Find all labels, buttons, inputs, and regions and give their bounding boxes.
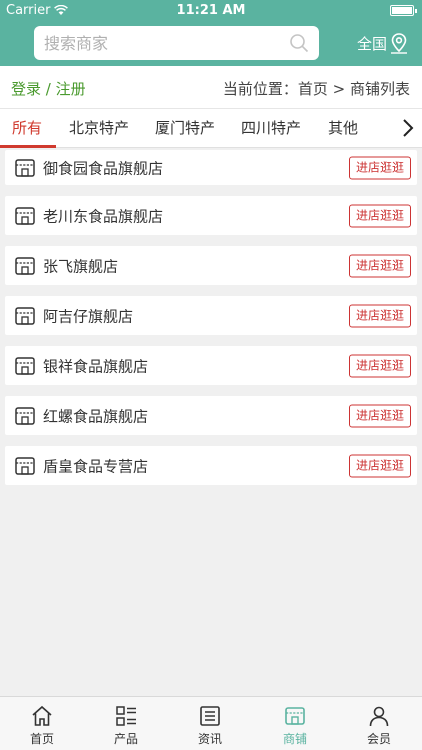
store-name: 阿吉仔旗舰店 bbox=[43, 307, 134, 325]
store-name: 盾皇食品专营店 bbox=[43, 457, 149, 475]
product-list-icon bbox=[116, 706, 136, 726]
search-box[interactable] bbox=[34, 26, 319, 60]
info-bar: 登录 / 注册 当前位置：首页 > 商铺列表 bbox=[0, 66, 422, 108]
store-icon bbox=[15, 406, 35, 425]
active-tab-indicator bbox=[0, 145, 56, 148]
store-row[interactable]: 银祥食品旗舰店 进店逛逛 bbox=[5, 346, 417, 385]
region-label: 全国 bbox=[357, 34, 388, 53]
store-row[interactable]: 御食园食品旗舰店 进店逛逛 bbox=[5, 150, 417, 185]
store-icon bbox=[15, 256, 35, 275]
clock: 11:21 AM bbox=[176, 3, 246, 18]
tab-bar-home[interactable]: 首页 bbox=[0, 697, 84, 750]
store-name: 老川东食品旗舰店 bbox=[43, 207, 164, 225]
store-name: 银祥食品旗舰店 bbox=[43, 357, 149, 375]
store-icon bbox=[285, 707, 305, 725]
store-row[interactable]: 阿吉仔旗舰店 进店逛逛 bbox=[5, 296, 417, 335]
visit-store-button[interactable]: 进店逛逛 bbox=[349, 156, 411, 179]
chevron-right-icon[interactable] bbox=[400, 117, 416, 139]
store-name: 御食园食品旗舰店 bbox=[43, 159, 164, 177]
tab-bar-label: 首页 bbox=[29, 732, 54, 746]
store-row[interactable]: 红螺食品旗舰店 进店逛逛 bbox=[5, 396, 417, 435]
tab-bar-label: 资讯 bbox=[197, 732, 222, 746]
store-icon bbox=[15, 206, 35, 225]
tab-bar-news[interactable]: 资讯 bbox=[168, 697, 252, 750]
search-icon[interactable] bbox=[289, 33, 309, 53]
store-row[interactable]: 老川东食品旗舰店 进店逛逛 bbox=[5, 196, 417, 235]
store-name: 张飞旗舰店 bbox=[43, 257, 119, 275]
home-icon bbox=[32, 705, 52, 726]
tab-other[interactable]: 其他 bbox=[328, 109, 358, 147]
tab-bar-label: 产品 bbox=[113, 732, 138, 746]
visit-store-button[interactable]: 进店逛逛 bbox=[349, 304, 411, 327]
tab-bar-stores[interactable]: 商铺 bbox=[253, 697, 337, 750]
visit-store-button[interactable]: 进店逛逛 bbox=[349, 454, 411, 477]
visit-store-button[interactable]: 进店逛逛 bbox=[349, 404, 411, 427]
bottom-tab-bar: 首页 产品 资讯 商铺 会员 bbox=[0, 696, 422, 750]
app-header: Carrier 11:21 AM 全国 bbox=[0, 0, 422, 66]
member-icon bbox=[369, 706, 389, 727]
visit-store-button[interactable]: 进店逛逛 bbox=[349, 254, 411, 277]
visit-store-button[interactable]: 进店逛逛 bbox=[349, 204, 411, 227]
status-bar: Carrier 11:21 AM bbox=[0, 0, 422, 22]
store-row[interactable]: 盾皇食品专营店 进店逛逛 bbox=[5, 446, 417, 485]
login-register-link[interactable]: 登录 / 注册 bbox=[11, 78, 86, 99]
store-name: 红螺食品旗舰店 bbox=[43, 407, 149, 425]
tab-bar-label: 商铺 bbox=[282, 732, 307, 746]
category-tabs: 所有 北京特产 厦门特产 四川特产 其他 bbox=[0, 108, 422, 148]
store-row[interactable]: 张飞旗舰店 进店逛逛 bbox=[5, 246, 417, 285]
store-icon bbox=[15, 356, 35, 375]
tab-beijing[interactable]: 北京特产 bbox=[69, 109, 129, 147]
tab-bar-member[interactable]: 会员 bbox=[337, 697, 421, 750]
visit-store-button[interactable]: 进店逛逛 bbox=[349, 354, 411, 377]
region-selector[interactable]: 全国 bbox=[357, 32, 409, 54]
store-icon bbox=[15, 456, 35, 475]
tab-bar-products[interactable]: 产品 bbox=[84, 697, 168, 750]
store-icon bbox=[15, 158, 35, 177]
tab-all[interactable]: 所有 bbox=[12, 109, 42, 147]
news-icon bbox=[200, 706, 220, 726]
store-list: 御食园食品旗舰店 进店逛逛 老川东食品旗舰店 进店逛逛 张飞旗舰店 进店逛逛 阿… bbox=[5, 150, 417, 496]
battery-icon bbox=[390, 5, 417, 16]
breadcrumb: 当前位置：首页 > 商铺列表 bbox=[222, 80, 410, 98]
search-input[interactable] bbox=[44, 26, 284, 60]
location-pin-icon bbox=[391, 33, 408, 54]
tab-bar-label: 会员 bbox=[366, 732, 391, 746]
tab-sichuan[interactable]: 四川特产 bbox=[241, 109, 301, 147]
store-icon bbox=[15, 306, 35, 325]
tab-xiamen[interactable]: 厦门特产 bbox=[155, 109, 215, 147]
